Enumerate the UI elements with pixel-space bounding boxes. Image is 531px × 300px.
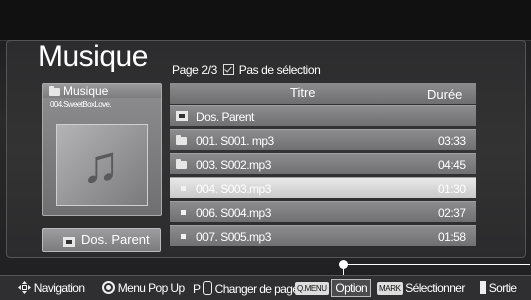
file-list-header: Titre Durée bbox=[170, 83, 476, 104]
parent-folder-icon bbox=[63, 237, 75, 247]
help-menu-popup-label: Menu Pop Up bbox=[117, 281, 185, 295]
help-navigation-label: Navigation bbox=[33, 281, 85, 295]
item-name: 001. S001. mp3 bbox=[196, 134, 274, 148]
option-label: Option bbox=[331, 279, 372, 297]
file-icon bbox=[181, 210, 186, 215]
album-panel: Musique 004.SweetBoxLove. ♫ bbox=[42, 83, 162, 216]
mark-key-icon: MARK bbox=[377, 282, 403, 295]
item-duration: 03:33 bbox=[438, 134, 466, 148]
list-item-selected[interactable]: 004. S003.mp3 01:30 bbox=[170, 177, 476, 198]
help-navigation: Navigation bbox=[18, 281, 85, 295]
item-duration: 01:30 bbox=[438, 182, 466, 196]
page-indicator: Page 2/3 bbox=[172, 63, 217, 77]
item-name: 007. S005.mp3 bbox=[196, 230, 271, 244]
page-info: Page 2/3 Pas de sélection bbox=[172, 63, 321, 77]
file-icon bbox=[181, 186, 186, 191]
item-name: 003. S002.mp3 bbox=[196, 158, 271, 172]
item-duration: 01:58 bbox=[438, 230, 466, 244]
item-name: 006. S004.mp3 bbox=[196, 206, 271, 220]
item-name: 004. S003.mp3 bbox=[196, 182, 271, 196]
top-bar bbox=[0, 0, 531, 41]
column-duration: Durée bbox=[427, 87, 463, 102]
navigation-arrows-icon bbox=[18, 281, 31, 294]
callout-line bbox=[344, 264, 530, 265]
folder-icon bbox=[176, 135, 187, 145]
help-exit: Sortie bbox=[480, 281, 517, 295]
callout-dot bbox=[339, 260, 348, 269]
list-item[interactable]: 007. S005.mp3 01:58 bbox=[170, 225, 476, 246]
parent-folder-icon bbox=[176, 111, 188, 121]
help-change-page: P Changer de page bbox=[193, 281, 299, 296]
file-icon bbox=[181, 234, 186, 239]
album-header: Musique bbox=[43, 84, 161, 98]
item-duration: 02:37 bbox=[438, 206, 466, 220]
help-exit-label: Sortie bbox=[488, 281, 517, 295]
page-updown-icon bbox=[202, 281, 212, 295]
help-menu-popup: Menu Pop Up bbox=[102, 281, 185, 295]
parent-folder-button-label: Dos. Parent bbox=[81, 232, 150, 247]
folder-icon bbox=[176, 159, 187, 169]
album-art: ♫ bbox=[56, 124, 148, 206]
current-file-name: 004.SweetBoxLove. bbox=[50, 100, 112, 109]
qmenu-key-icon: Q.MENU bbox=[295, 282, 329, 295]
help-select: MARK Sélectionner bbox=[377, 281, 465, 295]
folder-icon bbox=[49, 86, 60, 96]
exit-icon bbox=[480, 281, 486, 294]
ok-button-icon bbox=[102, 281, 115, 294]
checkbox-icon bbox=[222, 64, 234, 75]
list-item[interactable]: 006. S004.mp3 02:37 bbox=[170, 201, 476, 222]
help-option: Q.MENU Option bbox=[295, 279, 372, 297]
page-key-label: P bbox=[193, 282, 201, 296]
list-item-parent[interactable]: Dos. Parent bbox=[170, 105, 476, 126]
item-duration: 04:45 bbox=[438, 158, 466, 172]
list-item[interactable]: 003. S002.mp3 04:45 bbox=[170, 153, 476, 174]
list-item[interactable]: 001. S001. mp3 03:33 bbox=[170, 129, 476, 150]
help-select-label: Sélectionner bbox=[405, 281, 465, 295]
item-name: Dos. Parent bbox=[196, 110, 254, 124]
music-note-icon: ♫ bbox=[81, 136, 120, 194]
help-change-page-label: Changer de page bbox=[214, 282, 299, 296]
column-title: Titre bbox=[290, 85, 316, 100]
music-player-screen: Musique Page 2/3 Pas de sélection Musiqu… bbox=[0, 0, 531, 300]
file-list: Titre Durée Dos. Parent 001. S001. mp3 0… bbox=[170, 83, 476, 249]
footer-help-bar: Navigation Menu Pop Up P Changer de page… bbox=[0, 275, 531, 300]
selection-status: Pas de sélection bbox=[238, 63, 321, 77]
parent-folder-button[interactable]: Dos. Parent bbox=[42, 228, 161, 252]
album-folder-label: Musique bbox=[63, 84, 109, 98]
page-title: Musique bbox=[38, 40, 148, 73]
